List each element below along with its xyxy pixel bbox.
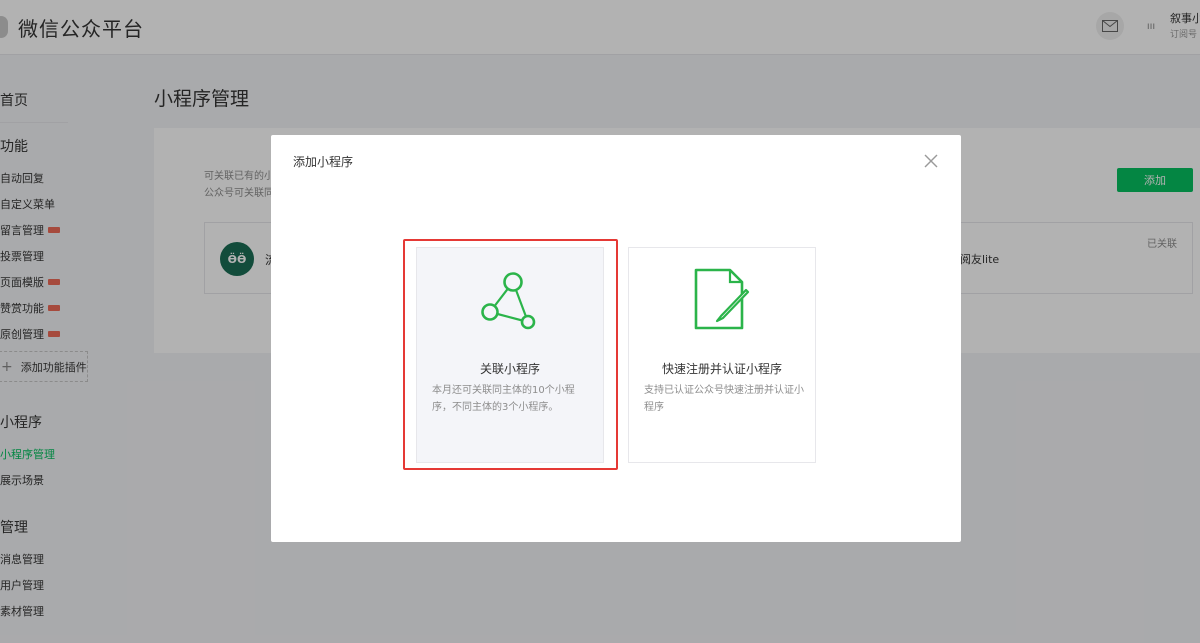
option-title: 快速注册并认证小程序 <box>661 362 782 376</box>
option-link-miniprogram[interactable]: 关联小程序 本月还可关联同主体的10个小程序，不同主体的3个小程序。 <box>416 247 604 463</box>
add-miniprogram-dialog: 添加小程序 关联小程序 本月还可关联同主体的10个小程序，不同主体的3个小程序。… <box>271 135 961 542</box>
document-edit-icon <box>694 268 750 330</box>
network-link-icon <box>481 272 536 330</box>
option-description: 支持已认证公众号快速注册并认证小程序 <box>644 385 804 413</box>
close-button[interactable] <box>919 149 943 173</box>
close-icon <box>924 154 938 168</box>
option-quick-register[interactable]: 快速注册并认证小程序 支持已认证公众号快速注册并认证小程序 <box>628 247 816 463</box>
option-title: 关联小程序 <box>479 362 540 376</box>
dialog-title: 添加小程序 <box>293 155 354 169</box>
option-description: 本月还可关联同主体的10个小程序，不同主体的3个小程序。 <box>432 385 575 413</box>
